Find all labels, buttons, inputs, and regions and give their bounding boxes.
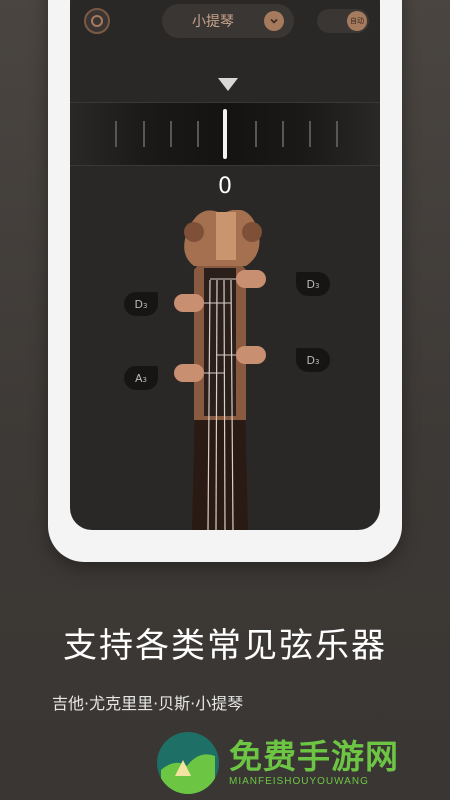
note-letter: D: [306, 277, 315, 291]
string-note-tag[interactable]: D3: [296, 272, 330, 296]
brand-subtitle: MIANFEISHOUYOUWANG: [229, 776, 369, 787]
note-octave: 3: [315, 358, 320, 366]
string-note-tag[interactable]: D3: [124, 292, 158, 316]
note-letter: A: [135, 371, 143, 385]
pitch-pointer-icon: [218, 78, 238, 91]
string-note-tag[interactable]: A3: [124, 366, 158, 390]
settings-icon[interactable]: [84, 8, 110, 34]
instrument-select[interactable]: 小提琴: [162, 4, 294, 38]
brand-name: 免费手游网: [229, 737, 399, 776]
string-note-tag[interactable]: D3: [296, 348, 330, 372]
auto-toggle-label: 自动: [347, 11, 367, 31]
note-octave: 3: [143, 302, 148, 310]
note-octave: 3: [315, 282, 320, 290]
meter-tick: [170, 121, 172, 147]
auto-tune-toggle[interactable]: 自动: [317, 9, 369, 33]
note-letter: D: [134, 297, 143, 311]
chevron-down-icon: [264, 11, 284, 31]
violin-neck: D3 A3 D3 D3: [70, 209, 380, 530]
meter-tick: [309, 121, 311, 147]
note-octave: 3: [142, 376, 147, 384]
violin-neck-illustration: [174, 209, 266, 530]
meter-tick: [255, 121, 257, 147]
meter-tick: [115, 121, 117, 147]
meter-tick: [282, 121, 284, 147]
note-letter: D: [306, 353, 315, 367]
pitch-meter: [70, 102, 380, 166]
pitch-needle: [223, 109, 227, 159]
meter-tick: [197, 121, 199, 147]
brand-logo-icon: [157, 732, 219, 794]
instrument-label: 小提琴: [192, 14, 234, 30]
promo-headline: 支持各类常见弦乐器: [63, 626, 387, 666]
meter-tick: [143, 121, 145, 147]
meter-tick: [336, 121, 338, 147]
promo-subline: 吉他·尤克里里·贝斯·小提琴: [52, 694, 244, 713]
cents-readout: 0: [218, 174, 232, 199]
tuner-screen: 小提琴 自动 0 D 3 A 3 D 3 D 3: [70, 0, 380, 530]
